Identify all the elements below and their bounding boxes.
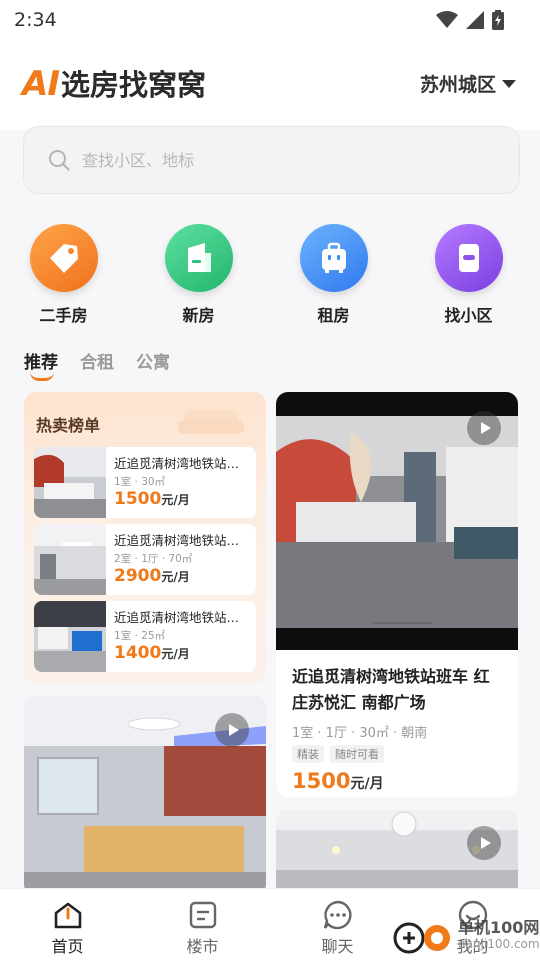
battery-icon — [492, 10, 504, 30]
logo-ai-text: AI — [22, 64, 60, 104]
hot-list-item[interactable]: 近追觅清树湾地铁站班车 红庄苏悦汇 1室 · 30㎡ 1500元/月 — [34, 447, 256, 518]
category-label: 找小区 — [444, 306, 493, 325]
home-icon — [54, 902, 81, 929]
hot-list-item[interactable]: 近追觅清树湾地铁站班车 红庄苏悦汇 2室 · 1厅 · 70㎡ 2900元/月 — [34, 524, 256, 595]
nav-label: 聊天 — [321, 937, 354, 956]
status-bar: 2:34 — [0, 0, 540, 40]
caret-down-icon — [502, 79, 516, 88]
category-label: 租房 — [317, 306, 350, 325]
category-row: 二手房 新房 租房 找小区 — [0, 224, 540, 326]
hot-list-card[interactable]: 热卖榜单 近追觅清树湾地铁站班车 红庄苏悦汇 1室 · 30㎡ 1500元/月 … — [24, 392, 266, 684]
signal-icon — [466, 11, 484, 29]
listing-card[interactable] — [24, 696, 266, 896]
search-input[interactable] — [82, 150, 462, 170]
watermark-logo-icon — [393, 922, 450, 954]
app-logo: AI 选房找窝窝 — [22, 62, 206, 104]
listing-tag: 随时可看 — [330, 745, 384, 763]
nav-market[interactable]: 楼市 — [135, 889, 270, 960]
listing-price: 2900元/月 — [114, 566, 244, 586]
tab-apartment[interactable]: 公寓 — [136, 348, 170, 373]
listing-card[interactable]: 近追觅清树湾地铁站班车 红庄苏悦汇 南都广场 1室 · 1厅 · 30㎡ · 朝… — [276, 392, 518, 797]
price-unit: 元/月 — [161, 647, 190, 661]
chat-icon — [323, 900, 352, 930]
category-label: 二手房 — [39, 306, 88, 325]
price-unit: 元/月 — [161, 570, 190, 584]
nav-home[interactable]: 首页 — [0, 889, 135, 960]
listing-tabs: 推荐 合租 公寓 — [24, 348, 170, 381]
category-label: 新房 — [182, 306, 215, 325]
listing-name: 近追觅清树湾地铁站班车 红庄苏悦汇 — [114, 610, 244, 625]
listing-name: 近追觅清树湾地铁站班车 红庄苏悦汇 — [114, 533, 244, 548]
video-play-button[interactable] — [467, 411, 501, 445]
tab-shared-rent[interactable]: 合租 — [80, 348, 114, 373]
listing-price: 1500元/月 — [114, 489, 244, 509]
logo-title-text: 选房找窝窝 — [60, 68, 206, 102]
listing-spec: 1室 · 1厅 · 30㎡ · 朝南 — [292, 726, 428, 741]
price-value: 1500 — [292, 769, 351, 793]
hot-list-item[interactable]: 近追觅清树湾地铁站班车 红庄苏悦汇 1室 · 25㎡ 1400元/月 — [34, 601, 256, 672]
price-value: 2900 — [114, 566, 162, 586]
status-icons — [436, 10, 504, 30]
price-unit: 元/月 — [350, 776, 384, 792]
video-play-button[interactable] — [215, 713, 249, 747]
listing-card[interactable] — [276, 810, 518, 900]
listing-tags: 精装 随时可看 — [276, 741, 518, 763]
news-icon — [189, 901, 216, 929]
nav-label: 楼市 — [186, 937, 219, 956]
listing-photo — [34, 447, 106, 518]
listing-spec: 1室 · 30㎡ — [114, 476, 166, 488]
nav-chat[interactable]: 聊天 — [270, 889, 405, 960]
listing-price: 1500元/月 — [276, 763, 518, 793]
price-unit: 元/月 — [161, 493, 190, 507]
suitcase-icon — [299, 224, 368, 292]
wifi-icon — [436, 11, 458, 28]
community-icon — [434, 224, 503, 292]
sofa-decor-icon — [178, 410, 244, 434]
price-value: 1400 — [114, 643, 162, 663]
search-bar[interactable] — [23, 126, 520, 194]
listing-photo — [34, 601, 106, 672]
city-selector[interactable]: 苏州城区 — [420, 70, 516, 97]
tab-recommend[interactable]: 推荐 — [24, 348, 58, 381]
watermark-title: 单机100网 — [458, 918, 540, 937]
video-play-button[interactable] — [467, 826, 501, 860]
tag-icon — [29, 224, 98, 292]
watermark: 单机100网 danji100.com — [392, 916, 540, 956]
play-icon — [480, 837, 491, 849]
app-header: AI 选房找窝窝 苏州城区 — [0, 40, 540, 130]
listing-tag: 精装 — [292, 745, 324, 763]
listing-photo — [34, 524, 106, 595]
listing-spec: 1室 · 25㎡ — [114, 630, 166, 642]
price-value: 1500 — [114, 489, 162, 509]
category-rent[interactable]: 租房 — [266, 224, 401, 326]
status-time: 2:34 — [14, 9, 57, 31]
play-icon — [228, 724, 239, 736]
watermark-url: danji100.com — [458, 937, 540, 951]
listing-price: 1400元/月 — [114, 643, 244, 663]
category-second-hand[interactable]: 二手房 — [0, 224, 131, 326]
category-new-home[interactable]: 新房 — [131, 224, 266, 326]
search-icon — [49, 150, 70, 171]
city-label: 苏州城区 — [419, 74, 496, 96]
nav-label: 首页 — [51, 937, 84, 956]
listing-name: 近追觅清树湾地铁站班车 红庄苏悦汇 — [114, 456, 244, 471]
listing-spec: 2室 · 1厅 · 70㎡ — [114, 553, 193, 565]
play-icon — [480, 422, 491, 434]
category-community[interactable]: 找小区 — [401, 224, 536, 326]
listing-title: 近追觅清树湾地铁站班车 红庄苏悦汇 南都广场 — [292, 667, 490, 712]
building-icon — [164, 224, 233, 292]
